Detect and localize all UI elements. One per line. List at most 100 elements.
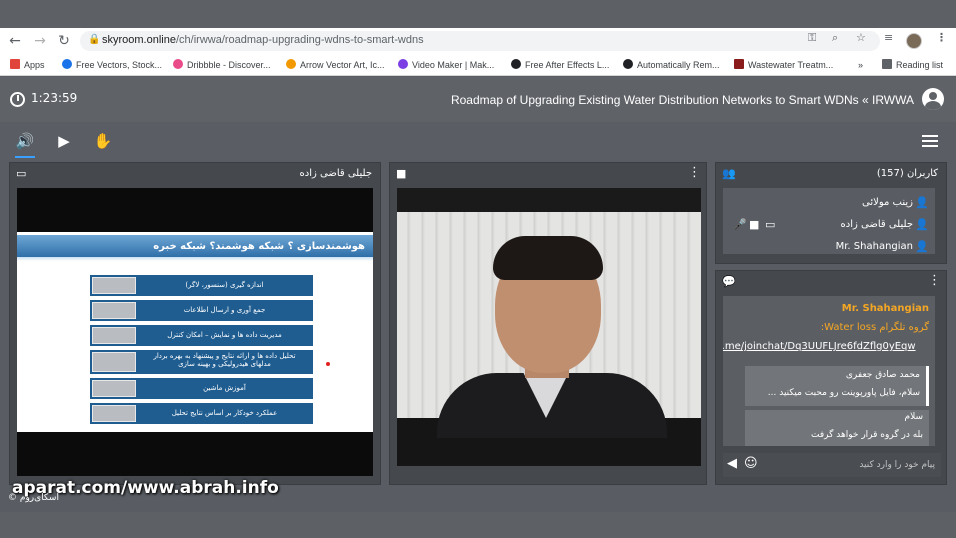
room-title: Roadmap of Upgrading Existing Water Dist… xyxy=(450,93,914,107)
apps-grid-icon xyxy=(10,59,20,69)
pinned-text: گروه تلگرام Water loss: xyxy=(820,322,929,333)
bookmark-dribbble[interactable]: Dribbble - Discover... xyxy=(173,57,271,73)
forward-arrow-icon[interactable]: → xyxy=(31,32,49,50)
slide-item: عملکرد خودکار بر اساس نتایج تحلیل xyxy=(90,403,313,424)
slide-item-box xyxy=(92,380,136,397)
emoji-icon[interactable]: ☺ xyxy=(744,456,758,471)
slide-item: مدیریت داده ها و نمایش – امکان کنترل xyxy=(90,325,313,346)
presenter-video xyxy=(397,188,701,466)
users-count: کاربران (157) xyxy=(876,168,938,179)
browser-nav-row: ← → ↻ 🔒 skyroom.online/ch/irwwa/roadmap-… xyxy=(0,28,956,54)
person-icon: 👤 xyxy=(915,196,929,209)
browser-chrome: ← → ↻ 🔒 skyroom.online/ch/irwwa/roadmap-… xyxy=(0,28,956,76)
microphone-icon: 🎤 xyxy=(733,218,747,231)
chat-header: 💬 ⋮ xyxy=(716,271,946,293)
video-options-icon[interactable]: ⋮ xyxy=(688,165,701,181)
slide-rule xyxy=(17,257,373,261)
chat-messages: Mr. Shahangian گروه تلگرام Water loss: /… xyxy=(723,296,935,446)
shared-screen: هوشمندسازی ؟ شبکه هوشمند؟ شبکه خبره اندا… xyxy=(17,188,373,476)
bookmark-freepik[interactable]: Free Vectors, Stock... xyxy=(62,57,162,73)
chat-options-icon[interactable]: ⋮ xyxy=(928,273,941,289)
pinned-sender: Mr. Shahangian xyxy=(841,303,929,314)
chat-input-bar: ◀ ☺ xyxy=(723,453,941,477)
person-icon: 👤 xyxy=(915,240,929,253)
bookmark-remove-bg[interactable]: Automatically Rem... xyxy=(623,57,720,73)
screen-icon: ▭ xyxy=(765,218,776,231)
users-list: زینب مولائی 👤 🎤 ■ ▭ جلیلی قاضی زاده 👤 Mr… xyxy=(723,188,935,254)
media-player-icon[interactable]: ▶ xyxy=(54,131,74,151)
address-bar[interactable]: 🔒 skyroom.online/ch/irwwa/roadmap-upgrad… xyxy=(80,31,880,51)
chat-input[interactable] xyxy=(763,455,935,475)
presentation-slide: هوشمندسازی ؟ شبکه هوشمند؟ شبکه خبره اندا… xyxy=(17,232,373,432)
chat-message: سلام بله در گروه قرار خواهد گرفت xyxy=(745,410,929,446)
letterbox-top xyxy=(0,0,956,28)
kebab-menu-icon[interactable]: ⋮ xyxy=(936,31,947,44)
pinned-message: Mr. Shahangian گروه تلگرام Water loss: /… xyxy=(723,296,935,354)
after-effects-icon xyxy=(511,59,521,69)
vecteezy-icon xyxy=(286,59,296,69)
slide-item-box xyxy=(92,327,136,344)
message-text: بله در گروه قرار خواهد گرفت xyxy=(811,430,923,440)
slide-title: هوشمندسازی ؟ شبکه هوشمند؟ شبکه خبره xyxy=(153,241,365,252)
message-sender: محمد صادق جعفری xyxy=(845,370,920,380)
users-panel: 👥 کاربران (157) زینب مولائی 👤 🎤 ■ ▭ جلیل… xyxy=(715,162,947,264)
screen-share-header: ▭ جلیلی قاضی زاده xyxy=(10,163,380,185)
clock-icon xyxy=(10,92,25,107)
slide-item-box xyxy=(92,405,136,422)
bookmark-video-maker[interactable]: Video Maker | Mak... xyxy=(398,57,494,73)
users-icon: 👥 xyxy=(722,167,736,180)
zoom-icon[interactable]: ⌕ xyxy=(832,31,838,45)
video-camera-icon: ■ xyxy=(396,167,407,180)
screen-share-icon: ▭ xyxy=(16,167,27,180)
user-row[interactable]: زینب مولائی 👤 xyxy=(723,192,935,214)
lock-icon: 🔒 xyxy=(88,34,101,45)
elapsed-time: 1:23:59 xyxy=(31,91,78,105)
video-header: ■ ⋮ xyxy=(390,163,706,185)
bookmark-after-effects[interactable]: Free After Effects L... xyxy=(511,57,609,73)
bookmark-vecteezy[interactable]: Arrow Vector Art, Ic... xyxy=(286,57,385,73)
back-arrow-icon[interactable]: ← xyxy=(6,32,24,50)
speaker-icon[interactable]: 🔊 xyxy=(15,131,35,158)
reload-icon[interactable]: ↻ xyxy=(55,32,73,50)
reading-list-button[interactable]: Reading list xyxy=(882,57,943,73)
slide-item: جمع آوری و ارسال اطلاعات xyxy=(90,300,313,321)
skyroom-logo: © اسکای‌روم xyxy=(8,493,59,503)
account-icon[interactable] xyxy=(922,88,944,110)
slide-item: اندازه گیری (سنسور، لاگر) xyxy=(90,275,313,296)
dribbble-icon xyxy=(173,59,183,69)
video-panel: ■ ⋮ xyxy=(389,162,707,485)
slide-header-band: هوشمندسازی ؟ شبکه هوشمند؟ شبکه خبره xyxy=(17,235,373,257)
camera-icon: ■ xyxy=(749,218,760,231)
profile-avatar[interactable] xyxy=(906,33,922,49)
reading-list-icon xyxy=(882,59,892,69)
telegram-link[interactable]: //t.me/joinchat/Dq3UUFLJre6fdZflg0yEqw xyxy=(723,341,916,352)
star-icon[interactable]: ☆ xyxy=(856,31,866,44)
bookmark-apps[interactable]: Apps xyxy=(10,57,45,73)
freepik-icon xyxy=(62,59,72,69)
message-text: سلام xyxy=(904,412,923,422)
video-maker-icon xyxy=(398,59,408,69)
person-icon: 👤 xyxy=(915,218,929,231)
bookmark-wastewater[interactable]: Wastewater Treatm... xyxy=(734,57,833,73)
user-row[interactable]: 🎤 ■ ▭ جلیلی قاضی زاده 👤 xyxy=(723,214,935,236)
hamburger-menu-icon[interactable] xyxy=(922,135,938,147)
slide-item: تحلیل داده ها و ارائه نتایج و پیشنهاد به… xyxy=(90,350,313,374)
app-header: 1:23:59 Roadmap of Upgrading Existing Wa… xyxy=(0,77,956,122)
slide-item-box xyxy=(92,277,136,294)
users-header: 👥 کاربران (157) xyxy=(716,163,946,185)
message-text: سلام، فایل پاورپوینت رو محبت میکنید ... xyxy=(767,388,920,398)
wastewater-icon xyxy=(734,59,744,69)
send-icon[interactable]: ◀ xyxy=(727,456,737,471)
chat-panel: 💬 ⋮ Mr. Shahangian گروه تلگرام Water los… xyxy=(715,270,947,485)
letterbox-bottom xyxy=(0,512,956,538)
raise-hand-icon[interactable]: ✋ xyxy=(93,131,113,151)
slide-item-box xyxy=(92,302,136,319)
bookmarks-overflow-button[interactable]: » xyxy=(858,57,863,73)
room-toolbar: 🔊 ▶ ✋ xyxy=(0,122,956,160)
chat-message: محمد صادق جعفری سلام، فایل پاورپوینت رو … xyxy=(745,366,929,406)
address-bar-url: skyroom.online/ch/irwwa/roadmap-upgradin… xyxy=(102,34,424,46)
user-row[interactable]: Mr. Shahangian 👤 xyxy=(723,236,935,258)
reading-list-icon[interactable]: ≡ xyxy=(884,31,893,44)
key-icon[interactable]: ⚿ xyxy=(808,31,816,45)
remove-bg-icon xyxy=(623,59,633,69)
